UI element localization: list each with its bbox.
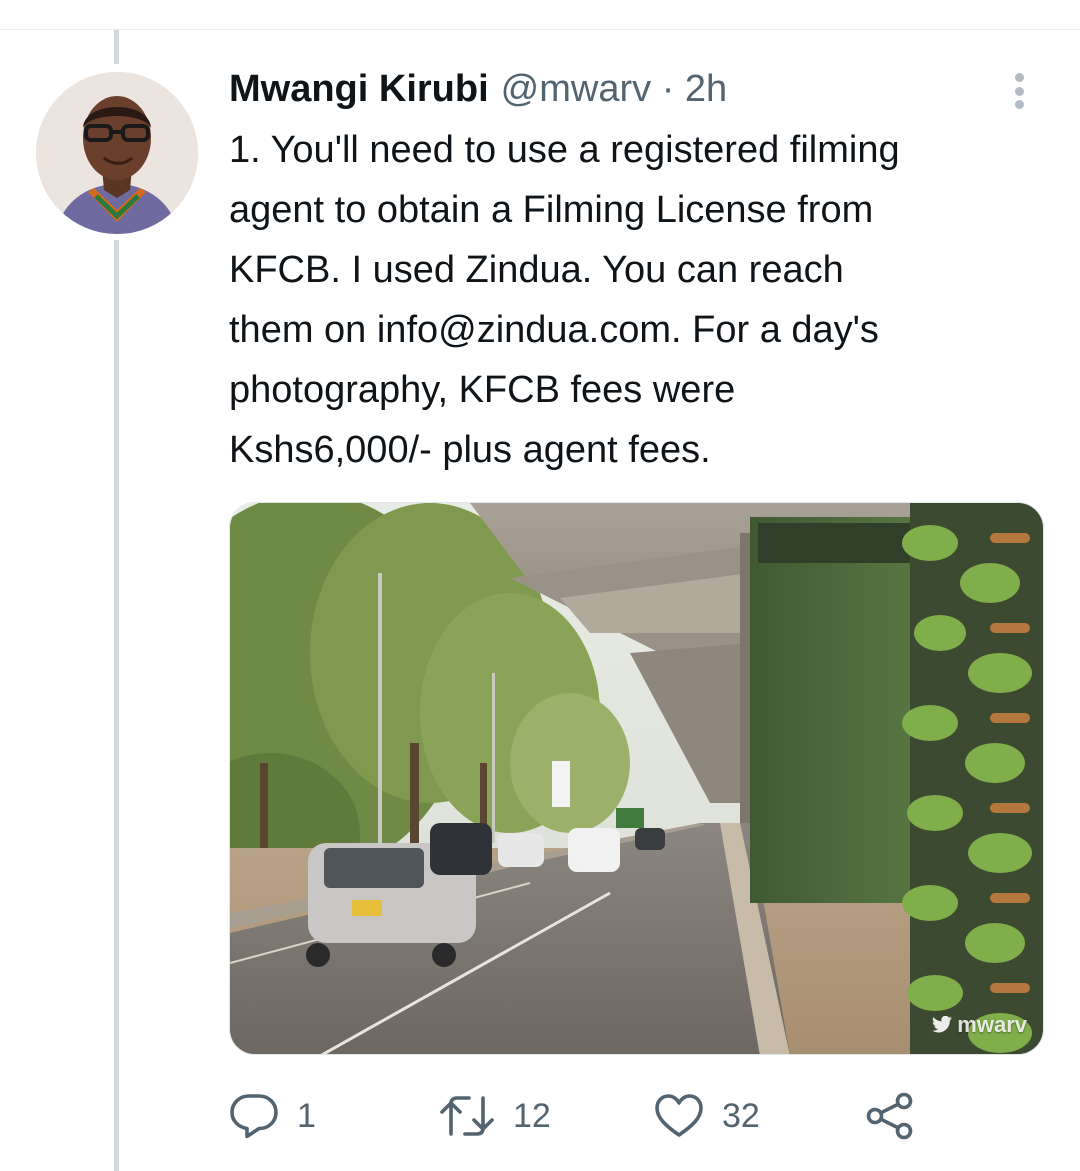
- more-options-button[interactable]: [1003, 70, 1035, 112]
- tweet-actions: 1 12 32: [229, 1088, 1044, 1144]
- retweet-count: 12: [513, 1096, 551, 1135]
- reply-count: 1: [297, 1096, 316, 1135]
- share-icon: [866, 1092, 913, 1140]
- more-dot: [1014, 86, 1024, 96]
- author-meta: @mwarv · 2h: [501, 68, 728, 111]
- author-name[interactable]: Mwangi Kirubi: [229, 68, 489, 111]
- bird-icon: [932, 1016, 953, 1033]
- share-button[interactable]: [865, 1088, 915, 1144]
- avatar[interactable]: [36, 72, 198, 234]
- heart-icon: [655, 1094, 703, 1137]
- reply-button[interactable]: 1: [229, 1088, 316, 1144]
- more-dot: [1014, 100, 1024, 109]
- watermark-text: mwarv: [957, 1012, 1027, 1037]
- tweet-body: Mwangi Kirubi @mwarv · 2h 1. You'll need…: [229, 68, 1044, 480]
- tweet-time[interactable]: 2h: [685, 68, 727, 110]
- avatar-image: [36, 72, 198, 234]
- more-vertical-icon: [1014, 73, 1024, 82]
- meta-separator: ·: [661, 68, 675, 110]
- media-watermark: mwarv: [931, 1012, 1027, 1038]
- top-divider: [0, 29, 1080, 30]
- retweet-icon: [440, 1096, 494, 1136]
- like-count: 32: [722, 1096, 760, 1135]
- tweet-media-image[interactable]: mwarv: [229, 502, 1044, 1055]
- author-handle[interactable]: @mwarv: [501, 68, 651, 110]
- like-button[interactable]: 32: [654, 1088, 760, 1144]
- thread-line-top: [114, 30, 119, 64]
- tweet-header: Mwangi Kirubi @mwarv · 2h: [229, 68, 1044, 120]
- reply-icon: [230, 1094, 278, 1139]
- retweet-button[interactable]: 12: [439, 1088, 551, 1144]
- tweet-text: 1. You'll need to use a registered filmi…: [229, 129, 900, 471]
- tweet-page: Mwangi Kirubi @mwarv · 2h 1. You'll need…: [0, 0, 1080, 1171]
- thread-line: [114, 240, 119, 1171]
- flyover-photo: [230, 503, 1043, 1054]
